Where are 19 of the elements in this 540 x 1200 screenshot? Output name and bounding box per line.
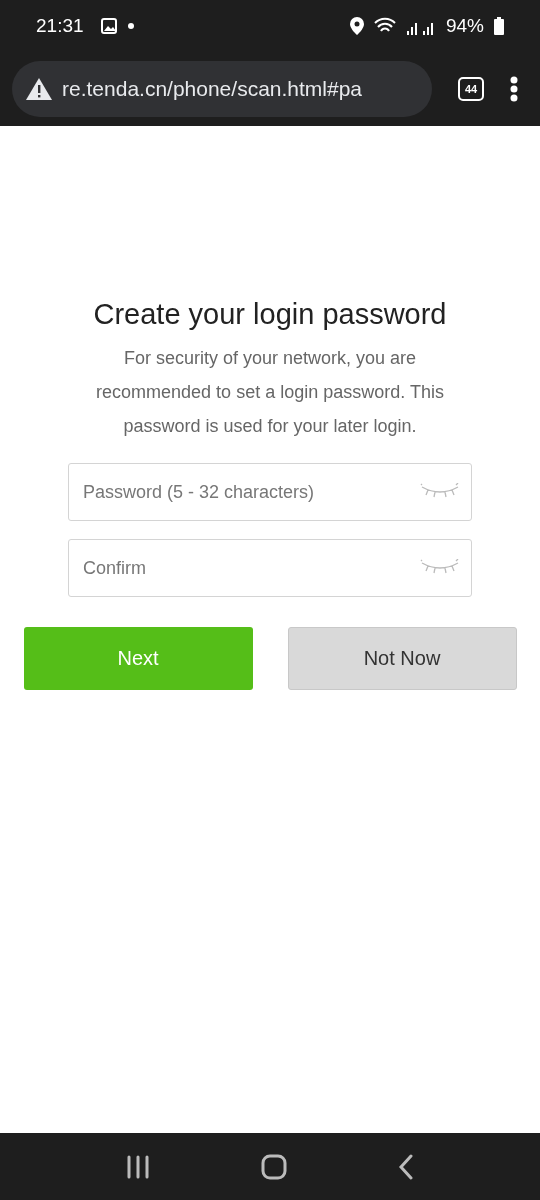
tab-count-button[interactable]: 44 xyxy=(458,77,484,101)
url-text: re.tenda.cn/phone/scan.html#pa xyxy=(62,77,363,101)
battery-percent: 94% xyxy=(445,15,484,37)
back-icon[interactable] xyxy=(398,1153,415,1180)
location-icon xyxy=(349,17,364,35)
recent-apps-icon[interactable] xyxy=(125,1154,150,1179)
warning-icon xyxy=(26,78,52,100)
password-field[interactable]: Confirm xyxy=(68,539,472,597)
dot-icon xyxy=(127,23,134,29)
page-title: Create your login password xyxy=(93,298,447,331)
address-bar[interactable]: re.tenda.cn/phone/scan.html#pa xyxy=(12,61,432,117)
notification-icon xyxy=(99,17,118,35)
skip-button[interactable]: Not Now xyxy=(287,627,517,690)
menu-icon[interactable] xyxy=(510,76,518,102)
battery-icon xyxy=(494,17,504,35)
description: For security of your network, you are recommended to set a login password. This password is used for your later login. xyxy=(95,347,445,438)
home-icon[interactable] xyxy=(261,1153,287,1180)
clock: 21:31 xyxy=(36,15,84,37)
password-field[interactable]: Password (5 - 32 characters) xyxy=(68,463,472,521)
